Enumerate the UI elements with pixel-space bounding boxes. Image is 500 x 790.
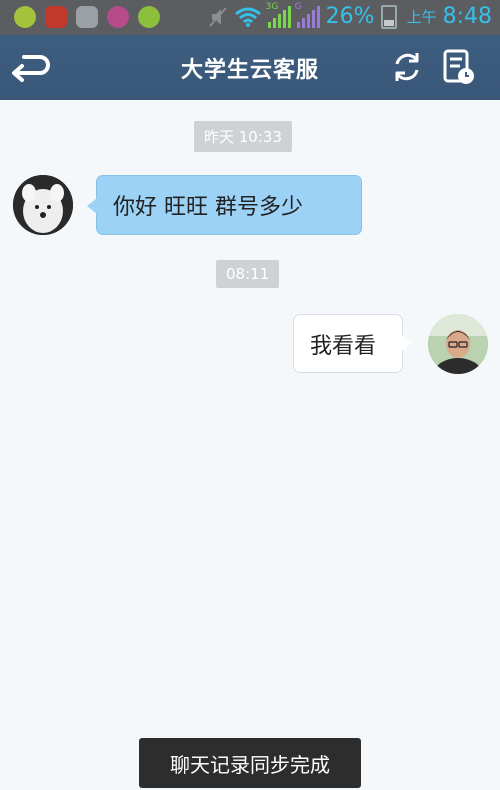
outgoing-message-bubble[interactable]: 我看看 bbox=[293, 314, 412, 373]
avatar-service[interactable] bbox=[13, 175, 73, 235]
app-icon-pink bbox=[107, 6, 129, 28]
avatar-user[interactable] bbox=[428, 314, 488, 374]
incoming-message-text: 你好 旺旺 群号多少 bbox=[113, 195, 303, 220]
ampm-label: 上午 bbox=[406, 8, 437, 26]
network-g-label: G bbox=[294, 1, 302, 12]
app-icon-green-2 bbox=[138, 6, 160, 28]
page-title: 大学生云客服 bbox=[180, 57, 319, 83]
mute-icon bbox=[208, 6, 227, 27]
chat-record-icon bbox=[443, 49, 474, 84]
signal-g: G bbox=[295, 2, 320, 28]
network-3g-label: 3G bbox=[265, 1, 279, 12]
gallery-icon bbox=[76, 6, 98, 28]
timestamp-2: 08:11 bbox=[216, 260, 280, 288]
system-indicators: 3G G 26% 上午 8:48 bbox=[208, 2, 492, 29]
clock: 8:48 bbox=[442, 4, 492, 29]
incoming-message-bubble[interactable]: 你好 旺旺 群号多少 bbox=[87, 175, 362, 235]
outgoing-message-text: 我看看 bbox=[310, 333, 377, 359]
user-avatar-icon bbox=[428, 314, 488, 374]
back-button[interactable] bbox=[10, 49, 50, 85]
back-icon bbox=[12, 55, 50, 82]
dog-avatar-icon bbox=[13, 175, 73, 235]
app-icon-green bbox=[14, 6, 36, 28]
toast-text: 聊天记录同步完成 bbox=[170, 752, 330, 777]
notification-icons bbox=[14, 6, 160, 28]
app-icon-red-figure bbox=[45, 6, 67, 28]
battery-percent: 26% bbox=[325, 4, 375, 29]
status-bar: 3G G 26% 上午 8:48 bbox=[0, 0, 500, 35]
chat-screen: 3G G 26% 上午 8:48 大学生云客服 昨天 10:33 你好 旺旺 群… bbox=[0, 0, 500, 790]
wifi-icon bbox=[234, 7, 261, 27]
sync-complete-toast: 聊天记录同步完成 bbox=[139, 738, 361, 788]
timestamp-1: 昨天 10:33 bbox=[194, 121, 292, 152]
refresh-button[interactable] bbox=[390, 49, 424, 85]
header: 大学生云客服 bbox=[0, 35, 500, 100]
chat-record-button[interactable] bbox=[440, 47, 476, 87]
battery-icon bbox=[380, 4, 397, 29]
signal-3g: 3G bbox=[266, 2, 291, 28]
refresh-icon bbox=[395, 53, 419, 81]
